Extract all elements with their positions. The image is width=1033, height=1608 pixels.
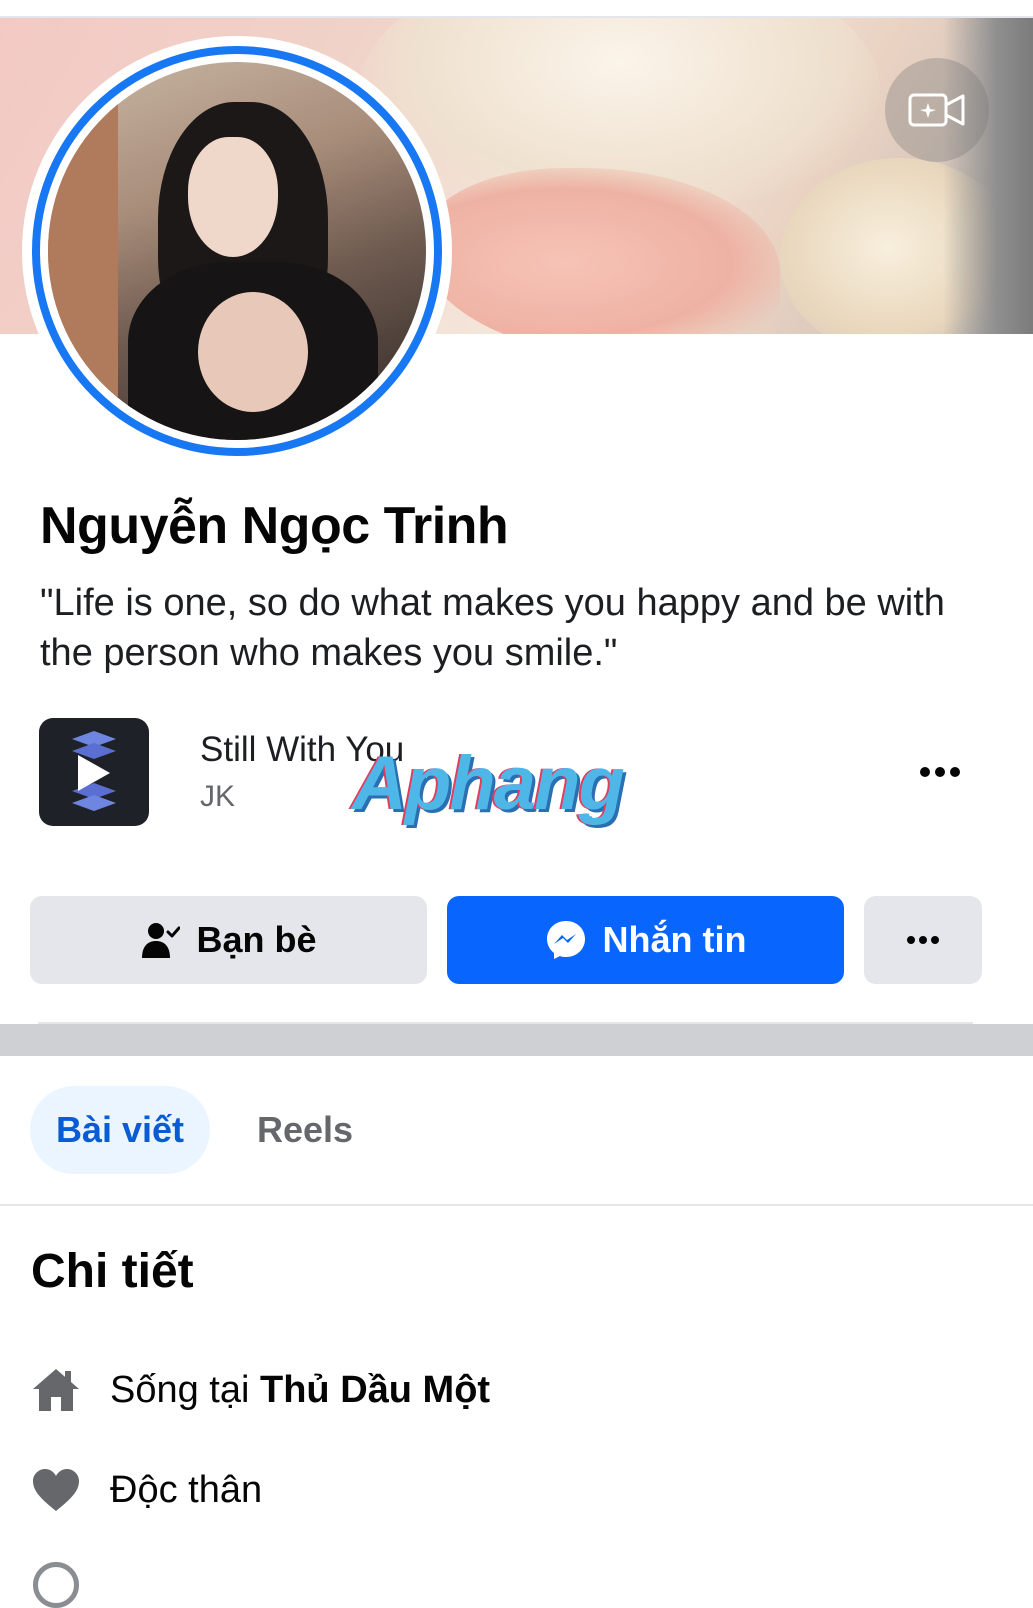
- music-artist: JK: [200, 780, 236, 813]
- clock-icon: [33, 1562, 79, 1608]
- avatar-bg-door: [48, 102, 118, 440]
- message-button-label: Nhắn tin: [602, 919, 747, 960]
- section-separator: [0, 1024, 1033, 1056]
- tabs-divider: [0, 1204, 1033, 1206]
- detail-lives-in: Sống tại Thủ Dầu Một: [30, 1360, 490, 1420]
- profile-name: Nguyễn Ngọc Trinh: [40, 497, 509, 555]
- profile-more-button[interactable]: [864, 896, 982, 984]
- home-icon: [30, 1364, 82, 1416]
- friends-button-label: Bạn bè: [196, 919, 317, 960]
- heart-icon: [30, 1464, 82, 1516]
- music-thumbnail[interactable]: [39, 718, 149, 826]
- music-more-button[interactable]: [910, 752, 970, 792]
- avatar-face: [188, 137, 278, 257]
- friend-check-icon: [142, 923, 181, 958]
- tab-posts[interactable]: Bài viết: [30, 1086, 210, 1174]
- message-button[interactable]: Nhắn tin: [447, 896, 844, 984]
- more-dots-icon: [920, 767, 960, 777]
- avatar-skin: [198, 292, 308, 412]
- profile-avatar[interactable]: [22, 36, 452, 466]
- tab-reels[interactable]: Reels: [240, 1086, 370, 1174]
- messenger-icon: [546, 921, 585, 959]
- play-layers-icon: [72, 731, 116, 811]
- cover-camera-button[interactable]: [885, 58, 989, 162]
- top-border: [0, 0, 1033, 18]
- friends-button[interactable]: Bạn bè: [30, 896, 427, 984]
- more-dots-icon: [907, 936, 939, 944]
- lives-city[interactable]: Thủ Dầu Một: [260, 1369, 490, 1411]
- profile-bio: "Life is one, so do what makes you happy…: [40, 582, 945, 674]
- details-title: Chi tiết: [31, 1245, 194, 1298]
- lives-prefix: Sống tại: [110, 1368, 260, 1411]
- watermark-logo: Aphang: [352, 741, 625, 826]
- relationship-status: Độc thân: [110, 1468, 263, 1511]
- detail-relationship: Độc thân: [30, 1460, 262, 1520]
- camera-icon: [908, 93, 965, 127]
- avatar-photo: [48, 62, 426, 440]
